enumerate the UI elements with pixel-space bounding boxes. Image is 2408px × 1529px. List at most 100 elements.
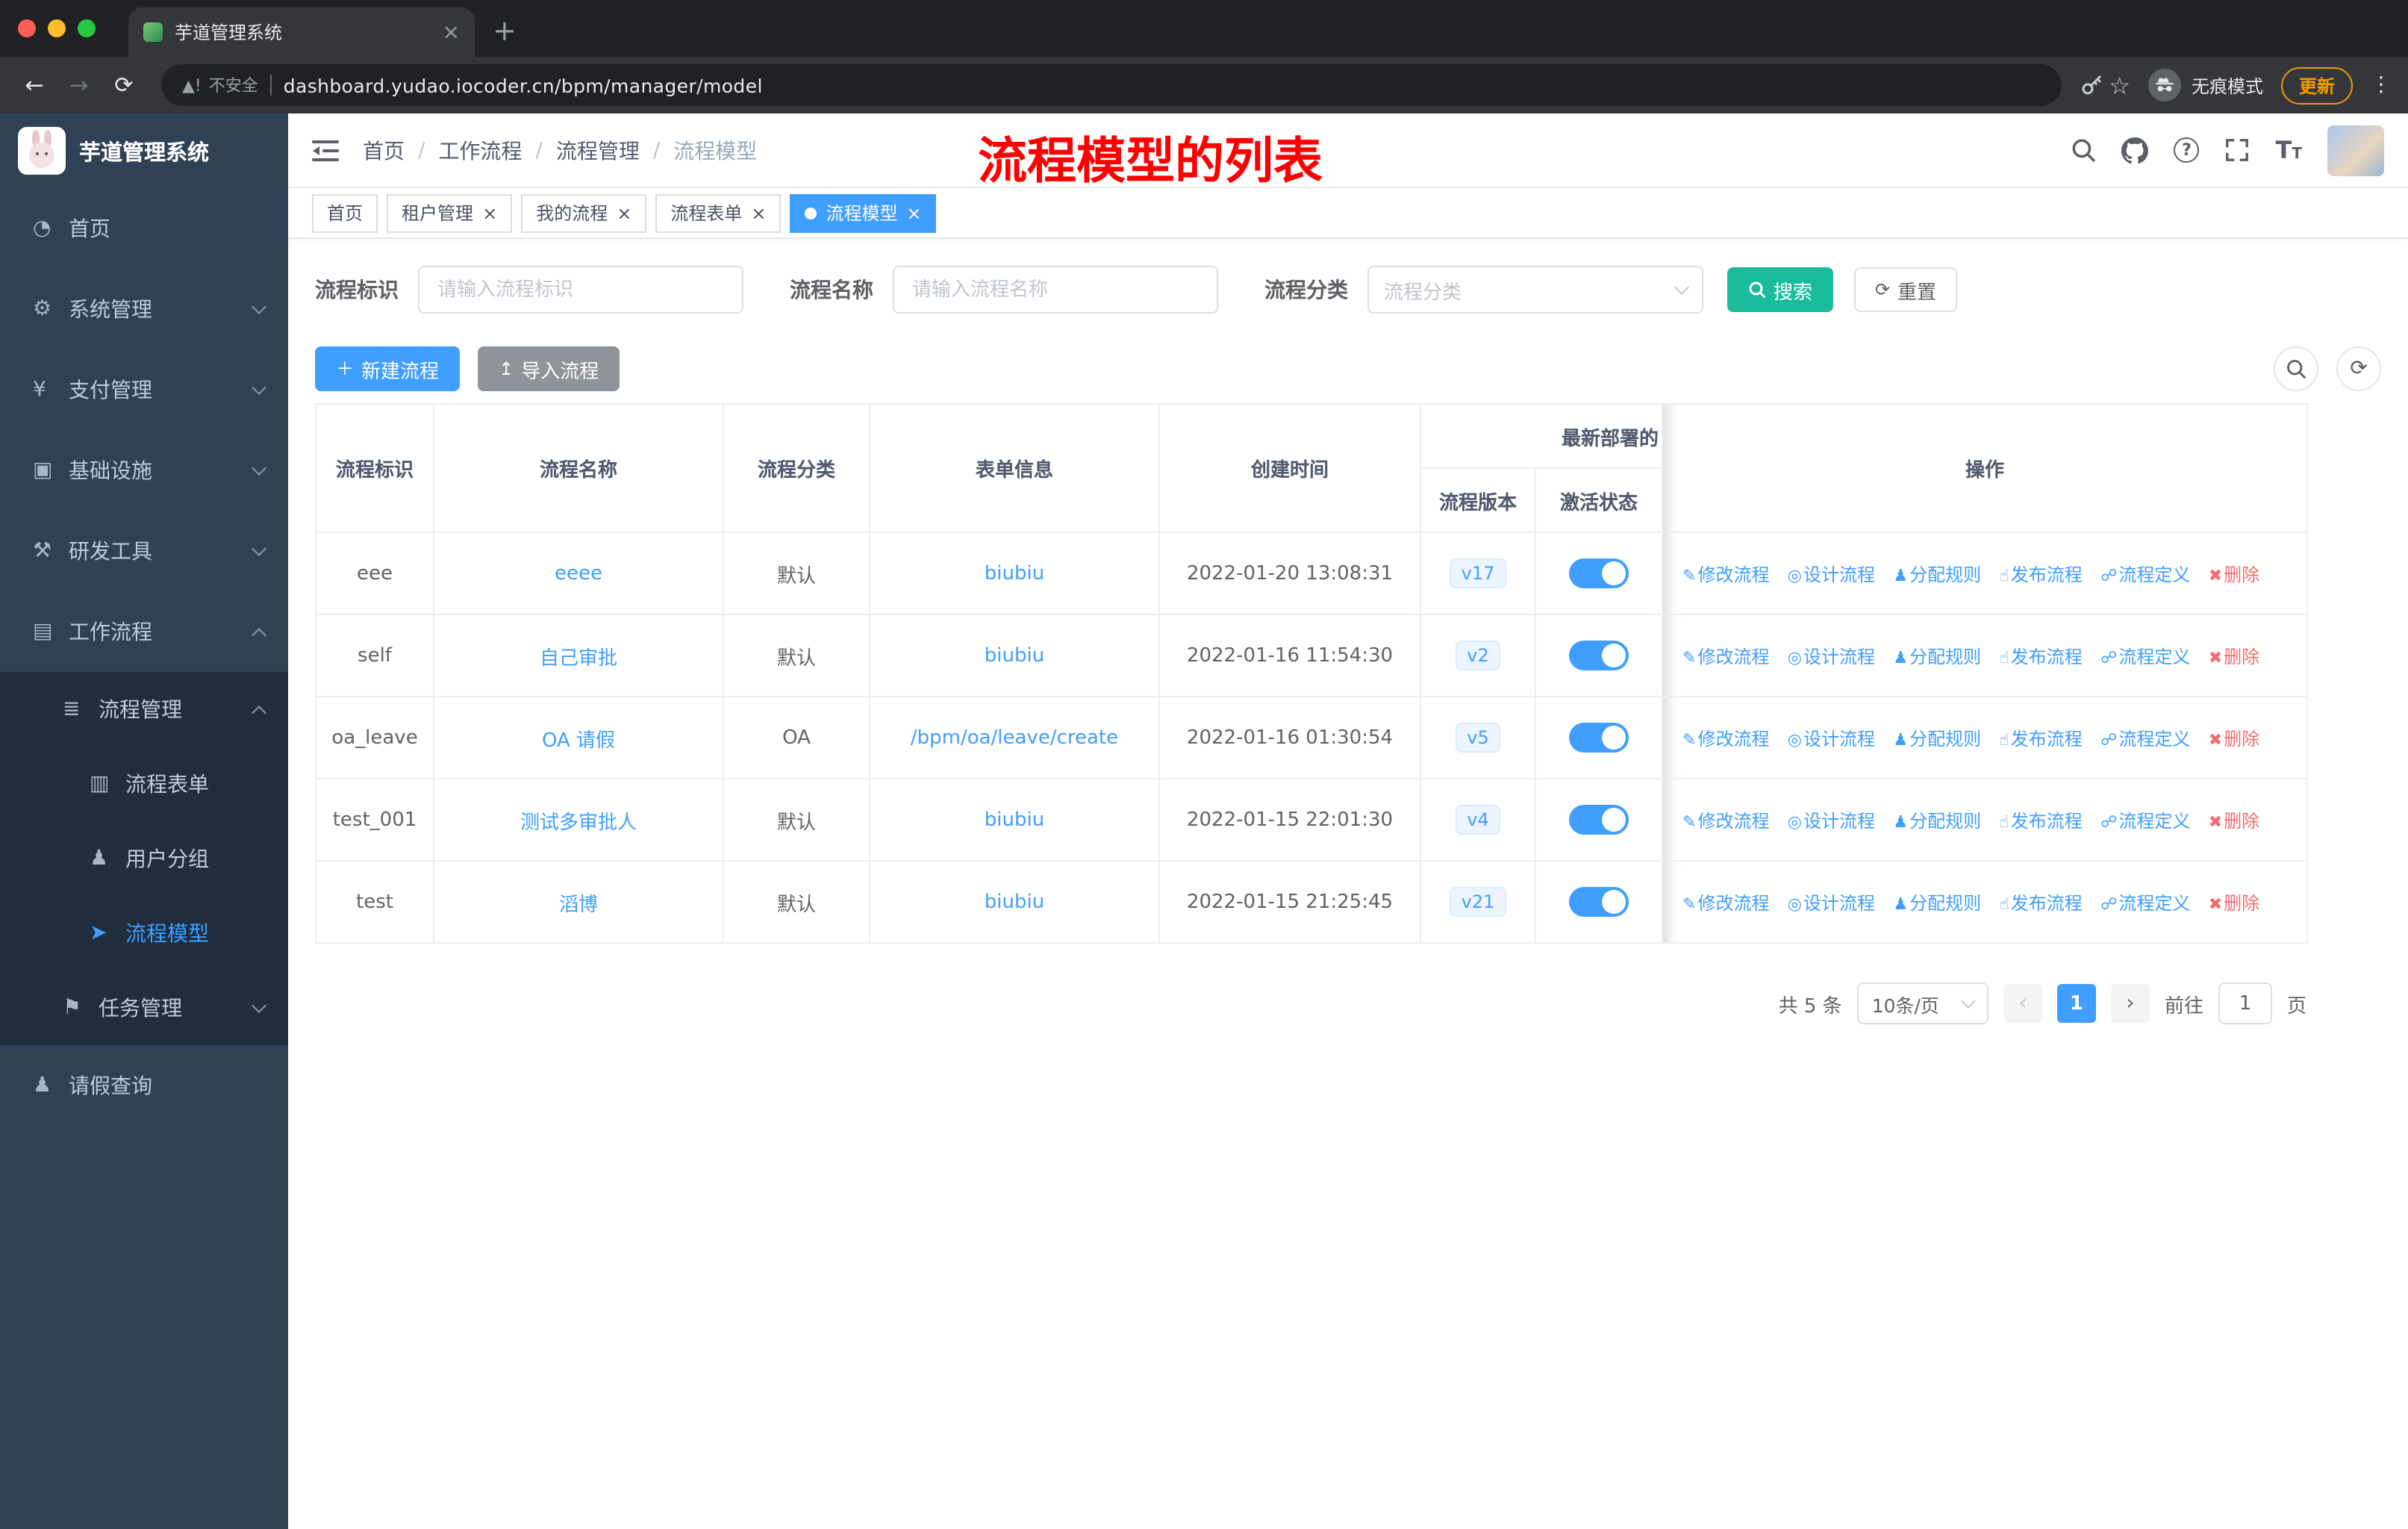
action-assign-rule[interactable]: ♟ 分配规则 xyxy=(1893,892,1981,913)
browser-tab[interactable]: 芋道管理系统 × xyxy=(128,7,475,57)
breadcrumb-home[interactable]: 首页 xyxy=(363,135,405,165)
process-name-link[interactable]: 滔博 xyxy=(559,894,598,916)
action-assign-rule[interactable]: ♟ 分配规则 xyxy=(1893,646,1981,667)
browser-menu-icon[interactable]: ⋮ xyxy=(2371,73,2393,97)
sidebar-item-task-management[interactable]: ⚑ 任务管理 xyxy=(0,971,288,1045)
sidebar-item-devtools[interactable]: ⚒ 研发工具 xyxy=(0,511,288,591)
action-design-process[interactable]: ◎ 设计流程 xyxy=(1788,646,1875,667)
action-design-process[interactable]: ◎ 设计流程 xyxy=(1788,564,1875,585)
action-edit-process[interactable]: ✎ 修改流程 xyxy=(1682,810,1769,831)
back-icon[interactable]: ← xyxy=(15,66,54,105)
action-deploy-process[interactable]: ☝ 发布流程 xyxy=(1999,564,2082,585)
minimize-window-button[interactable] xyxy=(48,19,66,37)
version-badge[interactable]: v4 xyxy=(1455,805,1501,835)
form-info-link[interactable]: biubiu xyxy=(985,891,1044,913)
tag-tenant-management[interactable]: 租户管理 × xyxy=(387,193,513,232)
sidebar-item-workflow[interactable]: ▤ 工作流程 xyxy=(0,591,288,672)
search-icon[interactable] xyxy=(2071,137,2097,163)
action-edit-process[interactable]: ✎ 修改流程 xyxy=(1682,892,1769,913)
refresh-table-button[interactable]: ⟳ xyxy=(2336,346,2381,391)
breadcrumb-process-management[interactable]: 流程管理 xyxy=(556,135,640,165)
form-info-link[interactable]: /bpm/oa/leave/create xyxy=(911,726,1118,749)
process-name-input[interactable] xyxy=(893,266,1218,314)
action-deploy-process[interactable]: ☝ 发布流程 xyxy=(1999,892,2082,913)
reload-icon[interactable]: ⟳ xyxy=(105,66,143,105)
active-toggle[interactable] xyxy=(1569,723,1629,753)
sidebar-item-leave-query[interactable]: ♟ 请假查询 xyxy=(0,1045,288,1126)
process-name-link[interactable]: 测试多审批人 xyxy=(520,812,637,834)
user-avatar[interactable] xyxy=(2327,125,2384,175)
action-deploy-process[interactable]: ☝ 发布流程 xyxy=(1999,728,2082,749)
fullscreen-icon[interactable] xyxy=(2225,137,2251,163)
bookmark-star-icon[interactable]: ☆ xyxy=(2109,71,2130,99)
tag-home[interactable]: 首页 xyxy=(312,193,378,232)
font-size-icon[interactable]: TT xyxy=(2276,136,2303,164)
sidebar-item-process-form[interactable]: ▥ 流程表单 xyxy=(0,747,288,821)
action-process-definition[interactable]: ☍ 流程定义 xyxy=(2100,564,2190,585)
breadcrumb-workflow[interactable]: 工作流程 xyxy=(438,135,522,165)
action-deploy-process[interactable]: ☝ 发布流程 xyxy=(1999,646,2082,667)
tag-my-process[interactable]: 我的流程 × xyxy=(521,193,647,232)
security-warning[interactable]: ▲! 不安全 xyxy=(182,73,258,97)
version-badge[interactable]: v17 xyxy=(1449,558,1507,588)
action-delete[interactable]: ✖ 删除 xyxy=(2209,892,2259,913)
action-design-process[interactable]: ◎ 设计流程 xyxy=(1788,810,1875,831)
search-button[interactable]: 搜索 xyxy=(1727,267,1834,312)
version-badge[interactable]: v5 xyxy=(1455,723,1501,753)
close-window-button[interactable] xyxy=(18,19,36,37)
sidebar-item-system[interactable]: ⚙ 系统管理 xyxy=(0,269,288,349)
version-badge[interactable]: v21 xyxy=(1449,887,1507,917)
active-toggle[interactable] xyxy=(1569,887,1629,917)
action-delete[interactable]: ✖ 删除 xyxy=(2209,810,2259,831)
form-info-link[interactable]: biubiu xyxy=(985,562,1044,585)
reset-button[interactable]: ⟳ 重置 xyxy=(1854,267,1958,312)
update-button[interactable]: 更新 xyxy=(2280,66,2353,104)
sidebar-item-process-management[interactable]: ≣ 流程管理 xyxy=(0,672,288,747)
form-info-link[interactable]: biubiu xyxy=(985,809,1044,831)
action-design-process[interactable]: ◎ 设计流程 xyxy=(1788,728,1875,749)
active-toggle[interactable] xyxy=(1569,641,1629,670)
action-process-definition[interactable]: ☍ 流程定义 xyxy=(2100,728,2190,749)
tab-close-icon[interactable]: × xyxy=(443,22,460,43)
tag-process-form[interactable]: 流程表单 × xyxy=(655,193,782,232)
action-edit-process[interactable]: ✎ 修改流程 xyxy=(1682,646,1769,667)
prev-page-button[interactable]: ‹ xyxy=(2003,984,2042,1023)
action-process-definition[interactable]: ☍ 流程定义 xyxy=(2100,810,2190,831)
toggle-search-button[interactable] xyxy=(2274,346,2318,391)
close-icon[interactable]: × xyxy=(617,204,631,222)
action-edit-process[interactable]: ✎ 修改流程 xyxy=(1682,564,1769,585)
goto-page-input[interactable]: 1 xyxy=(2218,983,2272,1024)
action-assign-rule[interactable]: ♟ 分配规则 xyxy=(1893,728,1981,749)
action-delete[interactable]: ✖ 删除 xyxy=(2209,728,2259,749)
process-id-input[interactable] xyxy=(418,266,743,314)
sidebar-item-home[interactable]: ◔ 首页 xyxy=(0,188,288,269)
action-deploy-process[interactable]: ☝ 发布流程 xyxy=(1999,810,2082,831)
next-page-button[interactable]: › xyxy=(2110,984,2150,1023)
action-delete[interactable]: ✖ 删除 xyxy=(2209,564,2259,585)
create-process-button[interactable]: ＋ 新建流程 xyxy=(315,346,461,391)
sidebar-item-process-model[interactable]: ➤ 流程模型 xyxy=(0,896,288,971)
version-badge[interactable]: v2 xyxy=(1455,641,1501,670)
address-bar[interactable]: ▲! 不安全 dashboard.yudao.iocoder.cn/bpm/man… xyxy=(161,64,2062,106)
action-edit-process[interactable]: ✎ 修改流程 xyxy=(1682,728,1769,749)
page-size-select[interactable]: 10条/页 xyxy=(1856,983,1989,1024)
sidebar-item-payment[interactable]: ¥ 支付管理 xyxy=(0,349,288,430)
action-process-definition[interactable]: ☍ 流程定义 xyxy=(2100,892,2190,913)
maximize-window-button[interactable] xyxy=(78,19,96,37)
process-name-link[interactable]: OA 请假 xyxy=(542,729,615,752)
current-page[interactable]: 1 xyxy=(2056,984,2096,1023)
action-assign-rule[interactable]: ♟ 分配规则 xyxy=(1893,564,1981,585)
action-assign-rule[interactable]: ♟ 分配规则 xyxy=(1893,810,1981,831)
key-icon[interactable] xyxy=(2079,73,2103,97)
close-icon[interactable]: × xyxy=(751,204,766,222)
close-icon[interactable]: × xyxy=(907,204,922,222)
hamburger-icon[interactable] xyxy=(312,138,339,162)
process-category-select[interactable]: 流程分类 xyxy=(1367,266,1703,314)
process-name-link[interactable]: 自己审批 xyxy=(540,647,617,670)
forward-icon[interactable]: → xyxy=(60,66,99,105)
form-info-link[interactable]: biubiu xyxy=(985,644,1044,667)
new-tab-button[interactable]: + xyxy=(493,15,517,48)
sidebar-item-infra[interactable]: ▣ 基础设施 xyxy=(0,430,288,511)
process-name-link[interactable]: eeee xyxy=(555,562,602,585)
action-design-process[interactable]: ◎ 设计流程 xyxy=(1788,892,1875,913)
